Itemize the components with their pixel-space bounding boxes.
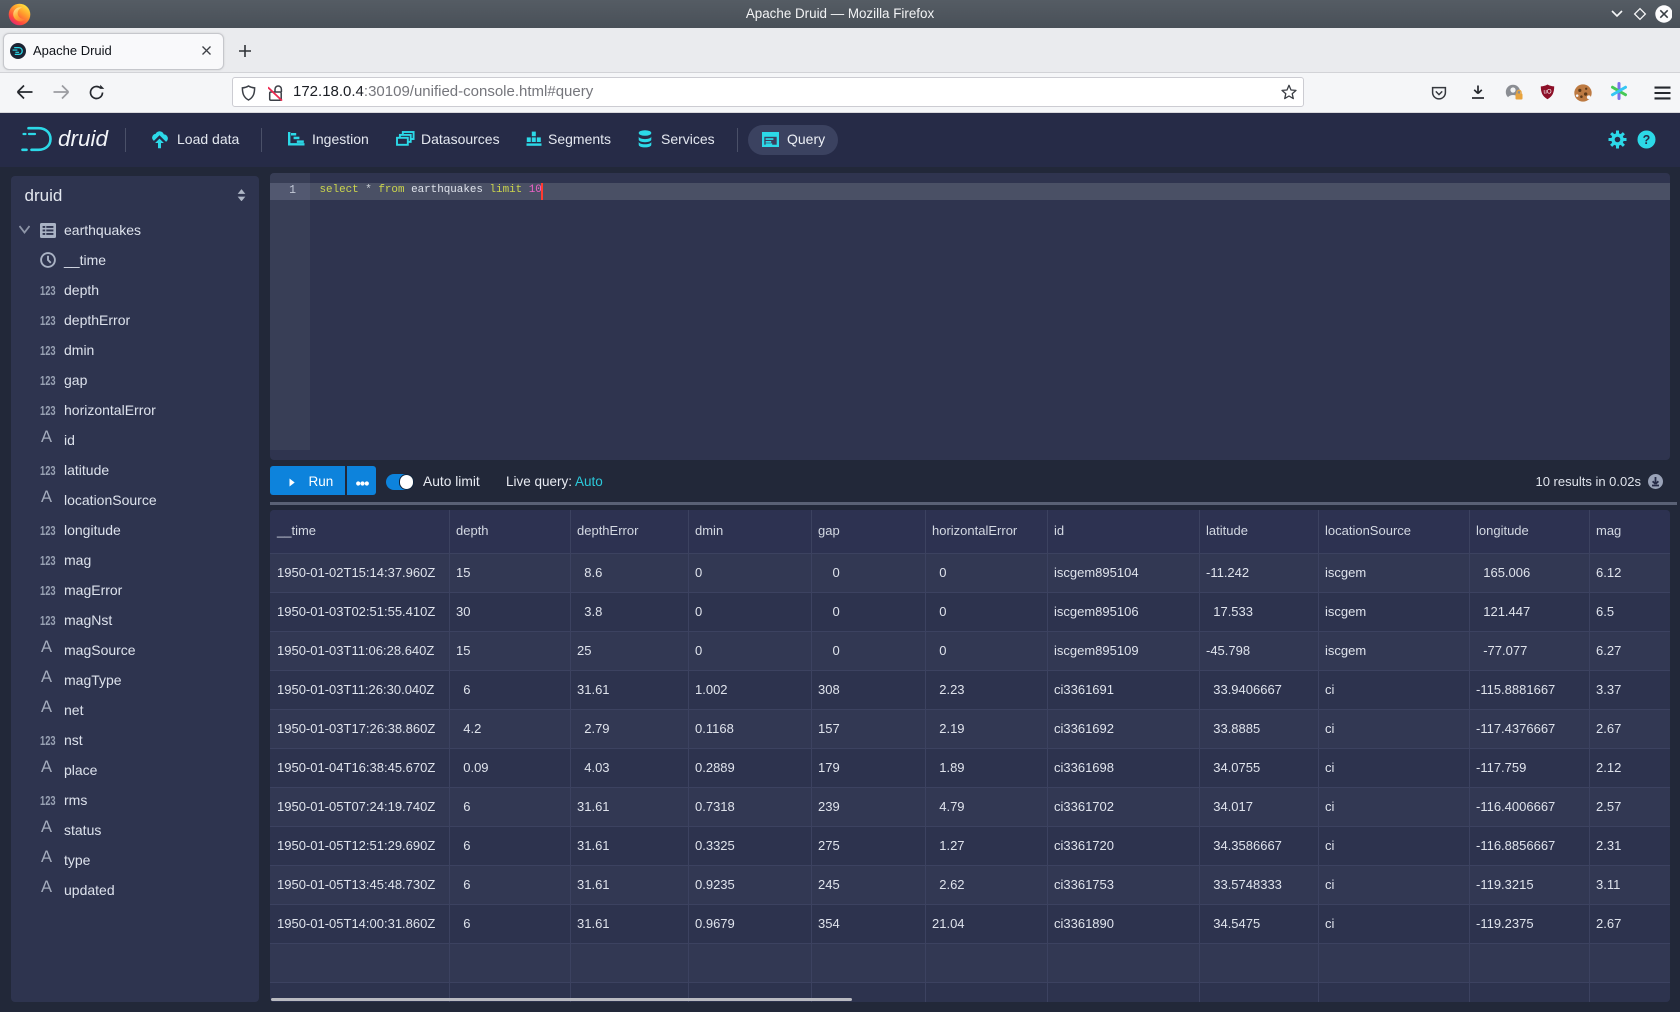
svg-text:?: ?	[1643, 133, 1651, 147]
svg-text:uO: uO	[1543, 90, 1551, 96]
